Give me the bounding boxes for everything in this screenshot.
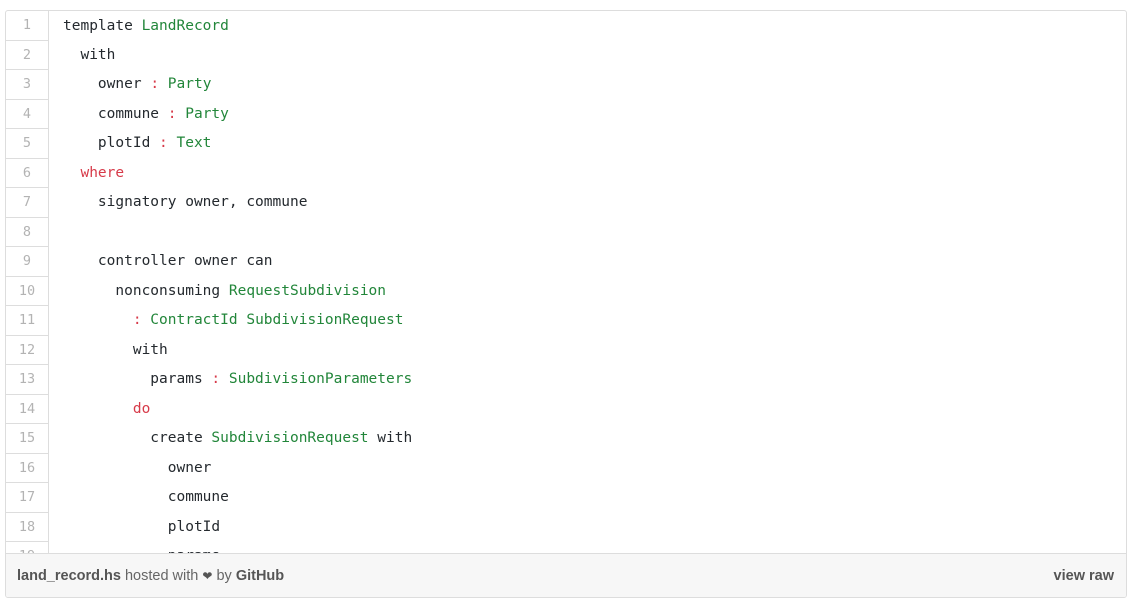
code-line: 9 controller owner can bbox=[6, 246, 1127, 277]
line-code: owner : Party bbox=[49, 70, 1127, 100]
line-number[interactable]: 16 bbox=[6, 453, 49, 483]
line-code: controller owner can bbox=[49, 247, 1127, 277]
line-number[interactable]: 2 bbox=[6, 40, 49, 70]
line-code: plotId : Text bbox=[49, 129, 1127, 159]
line-code: owner bbox=[49, 453, 1127, 483]
line-code: do bbox=[49, 394, 1127, 424]
line-number[interactable]: 1 bbox=[6, 11, 49, 41]
line-code: template LandRecord bbox=[49, 11, 1127, 40]
keyword-token: : bbox=[211, 371, 221, 388]
line-number[interactable]: 14 bbox=[6, 394, 49, 424]
line-code: signatory owner, commune bbox=[49, 188, 1127, 218]
code-token: with bbox=[63, 46, 116, 63]
type-token: Text bbox=[167, 135, 212, 152]
keyword-token: do bbox=[132, 400, 151, 417]
type-token: RequestSubdivision bbox=[228, 282, 387, 299]
code-line: 6 where bbox=[6, 158, 1126, 188]
line-number[interactable]: 4 bbox=[6, 99, 49, 129]
line-code: : ContractId SubdivisionRequest bbox=[49, 306, 1127, 336]
code-line: 10 nonconsuming RequestSubdivision bbox=[6, 276, 1126, 306]
code-token: commune bbox=[63, 489, 229, 506]
line-code: with bbox=[49, 335, 1127, 365]
line-number[interactable]: 17 bbox=[6, 482, 49, 513]
line-number[interactable]: 6 bbox=[6, 158, 49, 188]
code-line: 11 : ContractId SubdivisionRequest bbox=[6, 305, 1127, 336]
type-token: SubdivisionParameters bbox=[220, 371, 413, 388]
filename-link[interactable]: land_record.hs bbox=[17, 568, 121, 584]
line-code: plotId bbox=[49, 512, 1127, 542]
line-code: where bbox=[49, 158, 1127, 188]
keyword-token: : bbox=[150, 76, 160, 93]
view-raw-link[interactable]: view raw bbox=[1054, 568, 1114, 584]
type-token: SubdivisionRequest bbox=[211, 430, 369, 447]
code-token: plotId bbox=[63, 518, 221, 535]
line-number[interactable]: 15 bbox=[6, 423, 49, 454]
type-token: Party bbox=[159, 76, 212, 93]
line-code: params : SubdivisionParameters bbox=[49, 365, 1127, 395]
line-number[interactable]: 3 bbox=[6, 69, 49, 100]
code-line: 14 do bbox=[6, 394, 1126, 424]
code-line: 12 with bbox=[6, 335, 1126, 365]
line-code: nonconsuming RequestSubdivision bbox=[49, 276, 1127, 306]
code-line: 13 params : SubdivisionParameters bbox=[6, 364, 1127, 395]
code-line: 2 with bbox=[6, 40, 1126, 70]
code-line: 15 create SubdivisionRequest with bbox=[6, 423, 1127, 454]
line-number[interactable]: 10 bbox=[6, 276, 49, 306]
code-table: 1 template LandRecord 2 with 3 owner : Part… bbox=[6, 11, 1126, 572]
code-token: template bbox=[63, 17, 142, 34]
code-line: 5 plotId : Text bbox=[6, 128, 1127, 159]
line-code bbox=[49, 217, 1127, 247]
code-token: params bbox=[63, 371, 212, 388]
type-token: Party bbox=[176, 105, 229, 122]
keyword-token: : bbox=[159, 135, 168, 152]
code-token: with bbox=[368, 430, 413, 447]
gist-footer: land_record.hs hosted with ❤ by GitHub v… bbox=[6, 553, 1126, 597]
code-token: with bbox=[63, 341, 168, 358]
code-token: plotId bbox=[63, 135, 160, 152]
code-line: 7 signatory owner, commune bbox=[6, 187, 1127, 218]
keyword-token: : bbox=[167, 105, 177, 122]
code-line: 18 plotId bbox=[6, 512, 1126, 542]
code-token: commune bbox=[63, 105, 168, 122]
line-number[interactable]: 11 bbox=[6, 305, 49, 336]
hosted-with-text: hosted with bbox=[120, 567, 203, 584]
line-code: create SubdivisionRequest with bbox=[49, 424, 1127, 454]
heart-icon: ❤ bbox=[202, 568, 213, 583]
code-token: signatory owner, commune bbox=[63, 194, 308, 211]
code-body: 1 template LandRecord 2 with 3 owner : Part… bbox=[6, 11, 1127, 572]
code-token: controller owner can bbox=[63, 253, 273, 270]
keyword-token: where bbox=[80, 164, 125, 181]
code-token: owner bbox=[63, 76, 151, 93]
code-line: 16 owner bbox=[6, 453, 1126, 483]
code-token: create bbox=[63, 430, 212, 447]
code-token: nonconsuming bbox=[63, 282, 229, 299]
line-number[interactable]: 9 bbox=[6, 246, 49, 277]
line-code: commune : Party bbox=[49, 99, 1127, 129]
code-line: 17 commune bbox=[6, 482, 1127, 513]
gist-embed: 1 template LandRecord 2 with 3 owner : Part… bbox=[5, 10, 1127, 598]
type-token: LandRecord bbox=[141, 17, 229, 34]
line-number[interactable]: 12 bbox=[6, 335, 49, 365]
gist-meta-left: land_record.hs hosted with ❤ by GitHub bbox=[17, 568, 284, 584]
code-token: owner bbox=[63, 459, 212, 476]
code-line: 8 bbox=[6, 217, 1126, 247]
line-code: commune bbox=[49, 483, 1127, 513]
code-line: 3 owner : Party bbox=[6, 69, 1127, 100]
line-number[interactable]: 13 bbox=[6, 364, 49, 395]
line-number[interactable]: 5 bbox=[6, 128, 49, 159]
github-link[interactable]: GitHub bbox=[236, 568, 284, 584]
keyword-token: : bbox=[132, 312, 142, 329]
line-code: with bbox=[49, 40, 1127, 70]
code-line: 4 commune : Party bbox=[6, 99, 1126, 129]
by-text: by bbox=[212, 567, 236, 584]
line-number[interactable]: 18 bbox=[6, 512, 49, 542]
code-line: 1 template LandRecord bbox=[6, 11, 1127, 41]
line-number[interactable]: 7 bbox=[6, 187, 49, 218]
type-token: ContractId SubdivisionRequest bbox=[141, 312, 404, 329]
line-number[interactable]: 8 bbox=[6, 217, 49, 247]
